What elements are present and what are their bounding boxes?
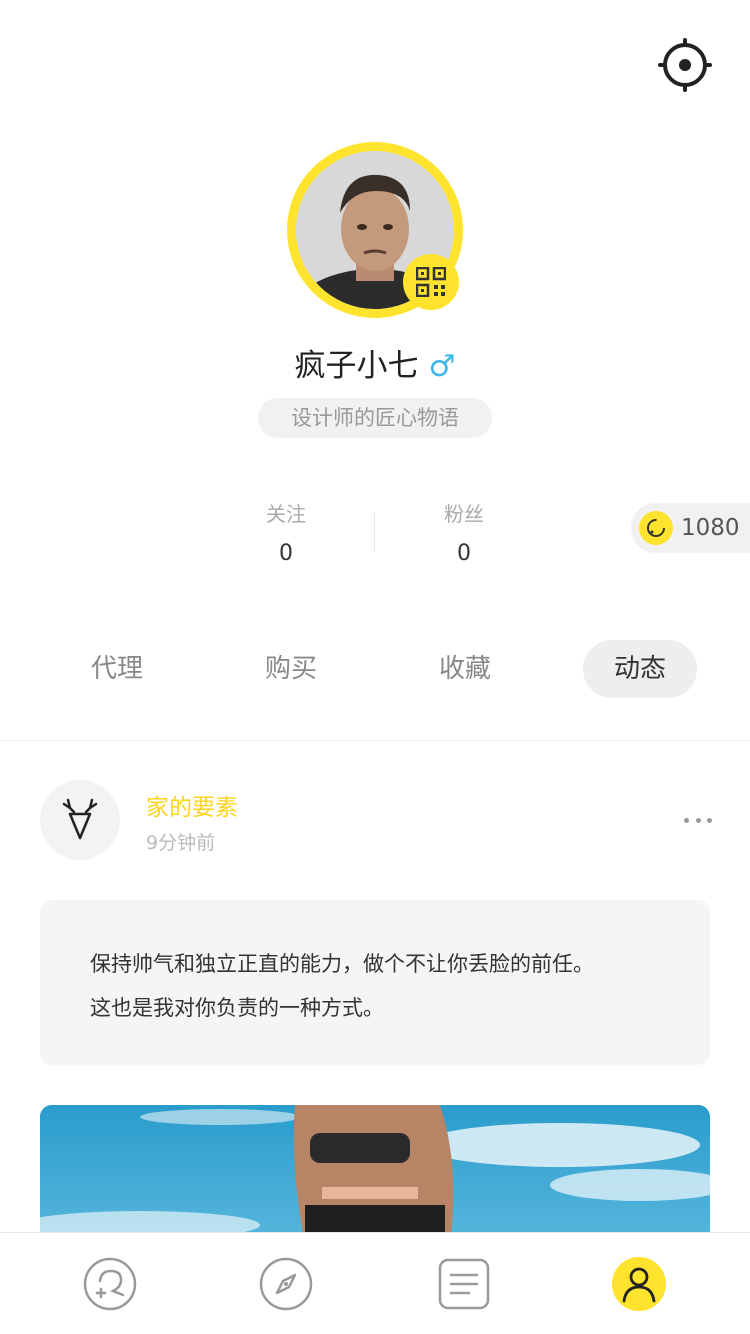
deer-logo-icon [62,798,98,840]
settings-gear-icon[interactable] [658,38,712,92]
tab-favorites[interactable]: 收藏 [408,640,522,698]
followers-label: 粉丝 [444,502,484,526]
post-image[interactable] [40,1105,710,1245]
coins-amount: 1080 [681,515,740,541]
post-text-line-1: 保持帅气和独立正直的能力，做个不让你丢脸的前任。 [90,952,594,976]
bottom-tab-bar [0,1232,750,1334]
following-count: 0 [279,541,293,566]
qr-code-icon [416,267,446,297]
profile-name: 疯子小七 [294,348,419,384]
followers-stat[interactable]: 粉丝 0 [404,498,524,566]
tab-agent[interactable]: 代理 [60,640,174,698]
section-divider [0,740,750,741]
stat-divider [374,512,375,552]
user-icon[interactable] [612,1257,666,1311]
profile-name-row: 疯子小七 ♂ [0,340,750,385]
tab-purchase[interactable]: 购买 [234,640,348,698]
coins-badge[interactable]: 1080 [631,503,750,553]
post-text-card: 保持帅气和独立正直的能力，做个不让你丢脸的前任。 这也是我对你负责的一种方式。 [40,900,710,1065]
post-text-line-2: 这也是我对你负责的一种方式。 [90,996,384,1020]
compass-icon[interactable] [259,1257,313,1311]
post-author-avatar[interactable] [40,780,120,860]
following-label: 关注 [266,502,306,526]
list-icon[interactable] [437,1257,491,1311]
avatar[interactable] [287,142,463,318]
more-options-icon[interactable] [684,818,712,826]
male-gender-icon: ♂ [428,349,456,384]
profile-motto: 设计师的匠心物语 [258,398,492,438]
post-title[interactable]: 家的要素 [146,788,238,822]
tab-activity[interactable]: 动态 [583,640,697,698]
followers-count: 0 [457,541,471,566]
post-time: 9分钟前 [146,832,216,854]
chat-plus-icon[interactable] [83,1257,137,1311]
coin-icon [639,511,673,545]
qr-code-button[interactable] [403,254,459,310]
following-stat[interactable]: 关注 0 [226,498,346,566]
